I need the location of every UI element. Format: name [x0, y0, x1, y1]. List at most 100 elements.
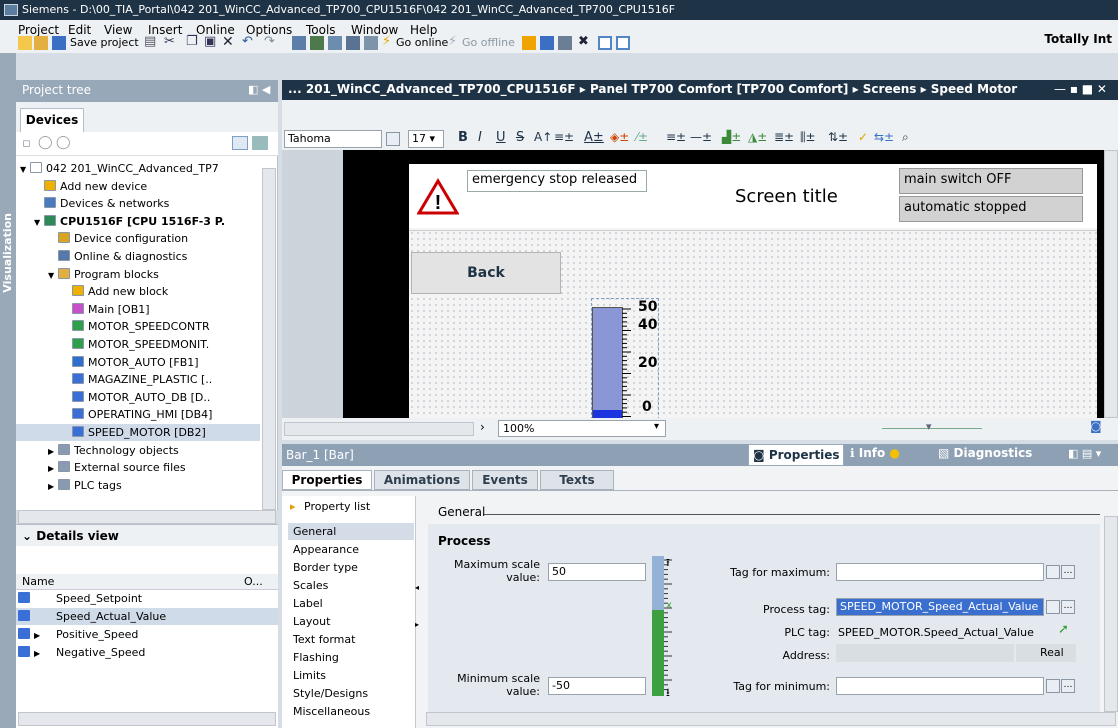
- collapsed-arrow-icon[interactable]: ▶: [34, 627, 46, 643]
- save-project-button[interactable]: Save project: [70, 36, 139, 49]
- process-tag-input[interactable]: SPEED_MOTOR_Speed_Actual_Value: [836, 598, 1044, 616]
- collapse-left-icon[interactable]: ◂: [415, 583, 419, 592]
- font-size-select[interactable]: 17 ▾: [408, 130, 444, 148]
- start-cpu-icon[interactable]: [540, 36, 554, 50]
- project-tree-hscrollbar[interactable]: [18, 510, 276, 524]
- back-icon[interactable]: ◯: [38, 135, 53, 150]
- same-size-icon[interactable]: ⫼±: [800, 130, 816, 145]
- paste-icon[interactable]: ▣: [204, 34, 216, 49]
- panel-controls-icon[interactable]: ◧ ▤ ▾: [1068, 447, 1101, 460]
- expanded-arrow-icon[interactable]: ▼: [48, 267, 58, 283]
- tab-animations[interactable]: Animations: [374, 470, 470, 490]
- flip-icon[interactable]: ⇆±: [874, 130, 894, 144]
- bar-selection-frame[interactable]: 50 40 20 0: [591, 298, 659, 421]
- expanded-arrow-icon[interactable]: ▼: [34, 214, 44, 230]
- process-tag-browse-icon[interactable]: …: [1061, 600, 1075, 614]
- line-style-icon[interactable]: ≡±: [666, 130, 686, 144]
- stop-cpu-icon[interactable]: [558, 36, 572, 50]
- property-section-item[interactable]: Appearance: [288, 541, 414, 558]
- project-tree-scrollbar[interactable]: [262, 168, 276, 510]
- strikethrough-icon[interactable]: S: [516, 130, 524, 145]
- details-row[interactable]: Speed_Setpoint: [16, 590, 278, 607]
- go-offline-button[interactable]: Go offline: [462, 36, 515, 49]
- property-list-label[interactable]: Property list: [304, 500, 370, 513]
- align-objects-icon[interactable]: ▟±: [722, 130, 741, 144]
- font-name-select[interactable]: Tahoma: [284, 130, 382, 148]
- order-icon[interactable]: ⇅±: [828, 130, 848, 144]
- tag-min-browse-icon[interactable]: …: [1061, 679, 1075, 693]
- property-section-item[interactable]: Border type: [288, 559, 414, 576]
- collapse-tree-icon[interactable]: ◧ ◀: [248, 83, 270, 96]
- property-section-item[interactable]: Layout: [288, 613, 414, 630]
- overview-icon[interactable]: [232, 136, 248, 150]
- tag-min-input[interactable]: [836, 677, 1044, 695]
- tree-item[interactable]: MOTOR_SPEEDMONIT.: [16, 336, 260, 353]
- diagnostics-panel-tab[interactable]: ▧ Diagnostics: [938, 446, 1032, 460]
- editor-breadcrumb[interactable]: ... 201_WinCC_Advanced_TP700_CPU1516F ▸ …: [288, 82, 1017, 96]
- properties-hscrollbar[interactable]: [426, 712, 1116, 726]
- tree-item[interactable]: ▼ CPU1516F [CPU 1516F-3 P.: [16, 213, 260, 230]
- tree-item[interactable]: ▼ Program blocks: [16, 266, 260, 283]
- property-section-item[interactable]: Limits: [288, 667, 414, 684]
- font-dialog-icon[interactable]: [386, 132, 400, 146]
- accessible-devices-icon[interactable]: [522, 36, 536, 50]
- tree-item[interactable]: ▶ Technology objects: [16, 442, 260, 459]
- rotate-icon[interactable]: ✓: [858, 130, 868, 144]
- tag-max-list-icon[interactable]: [1046, 565, 1060, 579]
- compile-icon[interactable]: [292, 36, 306, 50]
- text-size-icon[interactable]: A↑: [534, 130, 552, 144]
- italic-icon[interactable]: I: [478, 130, 482, 145]
- distribute-icon[interactable]: ≣±: [774, 130, 794, 144]
- download-icon[interactable]: [310, 36, 324, 50]
- properties-vscrollbar[interactable]: [1104, 516, 1118, 712]
- tree-item[interactable]: MOTOR_AUTO_DB [D..: [16, 389, 260, 406]
- window-controls-icon[interactable]: — ▪ ■ ✕: [1054, 82, 1107, 96]
- start-runtime-icon[interactable]: [364, 36, 378, 50]
- canvas-hscrollbar[interactable]: [284, 422, 474, 436]
- line-end-icon[interactable]: —±: [690, 130, 712, 144]
- delete-icon[interactable]: ✕: [222, 34, 234, 50]
- canvas-vscrollbar[interactable]: [1104, 150, 1118, 418]
- tab-texts[interactable]: Texts: [540, 470, 614, 490]
- split-vertical-icon[interactable]: [616, 36, 630, 50]
- tag-max-browse-icon[interactable]: …: [1061, 565, 1075, 579]
- collapsed-arrow-icon[interactable]: ▶: [34, 645, 46, 661]
- tab-devices[interactable]: Devices: [20, 108, 84, 132]
- tree-item[interactable]: ▶ PLC tags: [16, 477, 260, 494]
- property-section-item[interactable]: Miscellaneous: [288, 703, 414, 720]
- back-button[interactable]: Back: [411, 252, 561, 294]
- fill-color-icon[interactable]: ◈±: [610, 130, 629, 144]
- details-row[interactable]: ▶ Negative_Speed: [16, 644, 278, 661]
- tree-item[interactable]: Online & diagnostics: [16, 248, 260, 265]
- undo-icon[interactable]: ↶: [242, 34, 253, 49]
- goto-arrow-icon[interactable]: ➚: [1058, 622, 1069, 637]
- split-horizontal-icon[interactable]: [598, 36, 612, 50]
- process-tag-list-icon[interactable]: [1046, 600, 1060, 614]
- zoom-slider-thumb-icon[interactable]: ▾: [926, 420, 932, 433]
- tab-properties[interactable]: Properties: [282, 470, 372, 490]
- new-item-icon[interactable]: ▫: [22, 136, 31, 151]
- visualization-side-tab[interactable]: Visualization: [0, 53, 16, 728]
- collapsed-arrow-icon[interactable]: ▶: [48, 478, 58, 494]
- collapsed-arrow-icon[interactable]: ▶: [48, 443, 58, 459]
- forward-icon[interactable]: ◯: [56, 135, 71, 150]
- tree-item[interactable]: MOTOR_SPEEDCONTR: [16, 318, 260, 335]
- go-online-button[interactable]: Go online: [396, 36, 448, 49]
- tree-item[interactable]: MAGAZINE_PLASTIC [..: [16, 371, 260, 388]
- group-icon[interactable]: ◮±: [748, 130, 767, 144]
- property-section-item[interactable]: Scales: [288, 577, 414, 594]
- expand-right-icon[interactable]: ▸: [415, 620, 419, 629]
- redo-icon[interactable]: ↷: [264, 34, 275, 49]
- fit-screen-icon[interactable]: ◙: [1090, 419, 1102, 433]
- property-section-item[interactable]: Text format: [288, 631, 414, 648]
- property-section-item[interactable]: General: [288, 523, 414, 540]
- collapsed-arrow-icon[interactable]: ▶: [48, 460, 58, 476]
- tag-max-input[interactable]: [836, 563, 1044, 581]
- tree-item[interactable]: Devices & networks: [16, 195, 260, 212]
- tree-item[interactable]: Device configuration: [16, 230, 260, 247]
- zoom-dropdown-icon[interactable]: ▾: [654, 421, 659, 432]
- tree-item[interactable]: SPEED_MOTOR [DB2]: [16, 424, 260, 441]
- cut-icon[interactable]: ✂: [164, 34, 175, 49]
- open-project-icon[interactable]: [34, 36, 48, 50]
- underline-icon[interactable]: U: [496, 130, 506, 145]
